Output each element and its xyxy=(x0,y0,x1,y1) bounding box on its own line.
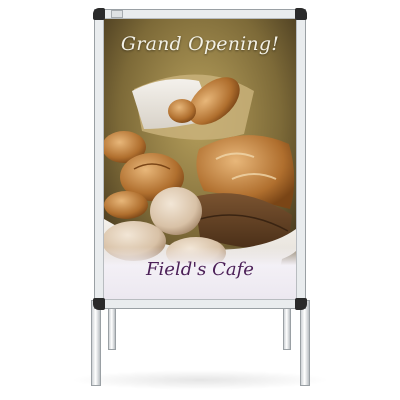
frame-corner-bottom-left xyxy=(93,298,105,310)
right-front-leg xyxy=(300,300,310,386)
left-front-leg xyxy=(91,300,101,386)
poster-business-name: Field's Cafe xyxy=(146,259,254,280)
frame-corner-bottom-right xyxy=(295,298,307,310)
floor-shadow xyxy=(70,370,330,390)
frame-corner-top-right xyxy=(295,8,307,20)
sign-scene: Grand Opening! Field's Cafe xyxy=(0,0,400,400)
frame-label-tag xyxy=(111,10,123,18)
poster-headline: Grand Opening! xyxy=(120,33,280,55)
poster: Grand Opening! Field's Cafe xyxy=(104,19,296,299)
frame-corner-top-left xyxy=(93,8,105,20)
